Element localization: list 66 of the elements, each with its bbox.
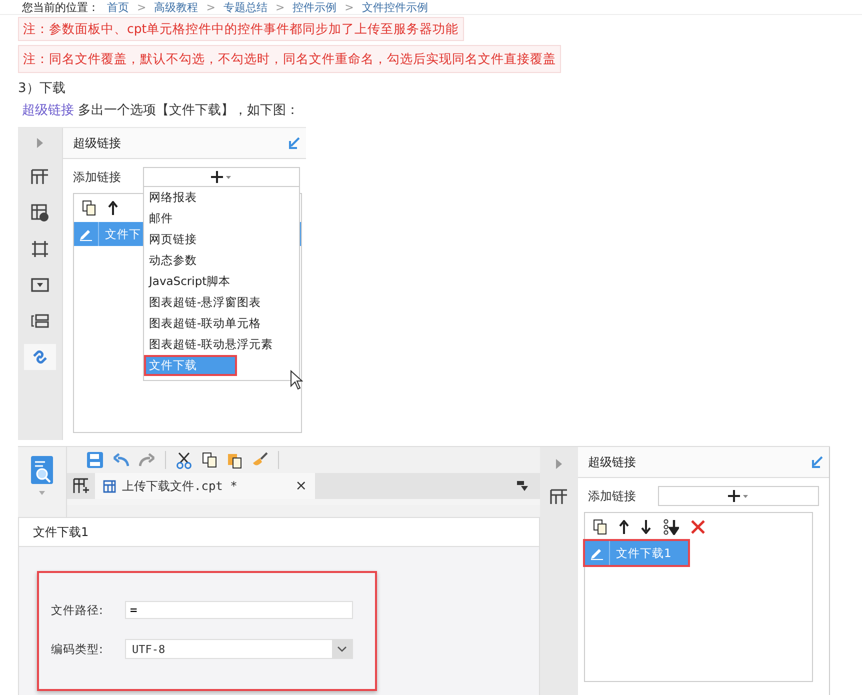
frame-icon [31, 240, 49, 258]
stacked-bars-icon [31, 314, 49, 328]
breadcrumb-separator: > [344, 0, 354, 14]
dock-arrow-icon[interactable] [288, 137, 300, 149]
menu-item[interactable]: 动态参数 [144, 250, 299, 271]
breadcrumb-link[interactable]: 高级教程 [154, 0, 198, 14]
menu-item[interactable]: 网络报表 [144, 187, 299, 208]
panel-title: 超级链接 [73, 134, 121, 152]
plus-icon [728, 490, 750, 502]
copy-icon[interactable] [82, 200, 96, 216]
menu-item[interactable]: 图表超链-悬浮窗图表 [144, 292, 299, 313]
grid-icon[interactable] [73, 478, 89, 494]
dialog-title: 文件下载1 [19, 518, 539, 547]
intro-text: 多出一个选项【文件下载】，如下图： [78, 102, 299, 119]
side-tab[interactable] [24, 344, 56, 370]
field-label: 文件路径: [51, 602, 104, 618]
arrow-down-icon[interactable] [641, 520, 651, 534]
hyperlink-link[interactable]: 超级链接 [22, 101, 74, 119]
save-icon[interactable] [87, 452, 103, 468]
table-info-icon [31, 204, 49, 222]
breadcrumb-separator: > [275, 0, 285, 14]
menu-item[interactable]: JavaScript脚本 [144, 271, 299, 292]
menu-item[interactable]: 邮件 [144, 208, 299, 229]
close-button[interactable]: × [295, 478, 307, 494]
encoding-select[interactable]: UTF-8 [125, 639, 353, 659]
plus-icon [210, 171, 232, 183]
report-search-icon[interactable] [30, 455, 54, 485]
add-link-label: 添加链接 [588, 488, 637, 504]
move-bottom-icon[interactable] [663, 519, 679, 535]
grid-icon[interactable] [550, 489, 568, 505]
pencil-icon [79, 227, 93, 241]
breadcrumb-separator: > [137, 0, 146, 14]
grid-icon [31, 169, 49, 185]
breadcrumb-separator: > [206, 0, 216, 14]
add-link-label: 添加链接 [73, 168, 122, 186]
chevron-down-icon [337, 646, 347, 652]
breadcrumb-link[interactable]: 首页 [107, 0, 129, 14]
menu-item[interactable]: 图表超链-联动悬浮元素 [144, 334, 299, 355]
breadcrumb-link[interactable]: 控件示例 [292, 0, 337, 14]
brush-icon[interactable] [252, 452, 268, 468]
menu-item[interactable]: 图表超链-联动单元格 [144, 313, 299, 334]
breadcrumb-label: 您当前的位置： [22, 0, 99, 14]
copy-icon[interactable] [593, 519, 607, 535]
breadcrumb-link[interactable]: 文件控件示例 [362, 0, 428, 14]
arrow-up-icon[interactable] [108, 201, 118, 215]
pencil-icon [590, 546, 604, 560]
field-label: 编码类型: [51, 642, 104, 656]
delete-icon[interactable] [691, 520, 705, 534]
cut-icon[interactable] [176, 452, 192, 468]
paste-icon[interactable] [227, 452, 242, 468]
file-tab[interactable]: 上传下载文件.cpt * × [95, 473, 315, 499]
arrow-up-icon[interactable] [619, 520, 629, 534]
section-heading: 3）下载 [18, 80, 66, 97]
report-icon [103, 480, 116, 492]
panel-title: 超级链接 [588, 454, 636, 470]
menu-item[interactable]: 网页链接 [144, 229, 299, 250]
note-text: 注：同名文件覆盖，默认不勾选，不勾选时，同名文件重命名，勾选后实现同名文件直接覆盖 [18, 45, 561, 73]
tab-menu-icon[interactable] [516, 480, 528, 492]
breadcrumb-link[interactable]: 专题总结 [223, 0, 268, 14]
note-text: 注：参数面板中、cpt单元格控件中的控件事件都同步加了上传至服务器功能 [18, 17, 464, 41]
dropdown-box-icon [31, 278, 49, 292]
undo-icon[interactable] [113, 453, 129, 467]
link-icon [31, 348, 49, 366]
file-path-input[interactable]: = [125, 601, 353, 619]
copy-icon[interactable] [202, 452, 217, 468]
dock-arrow-icon[interactable] [811, 456, 823, 468]
